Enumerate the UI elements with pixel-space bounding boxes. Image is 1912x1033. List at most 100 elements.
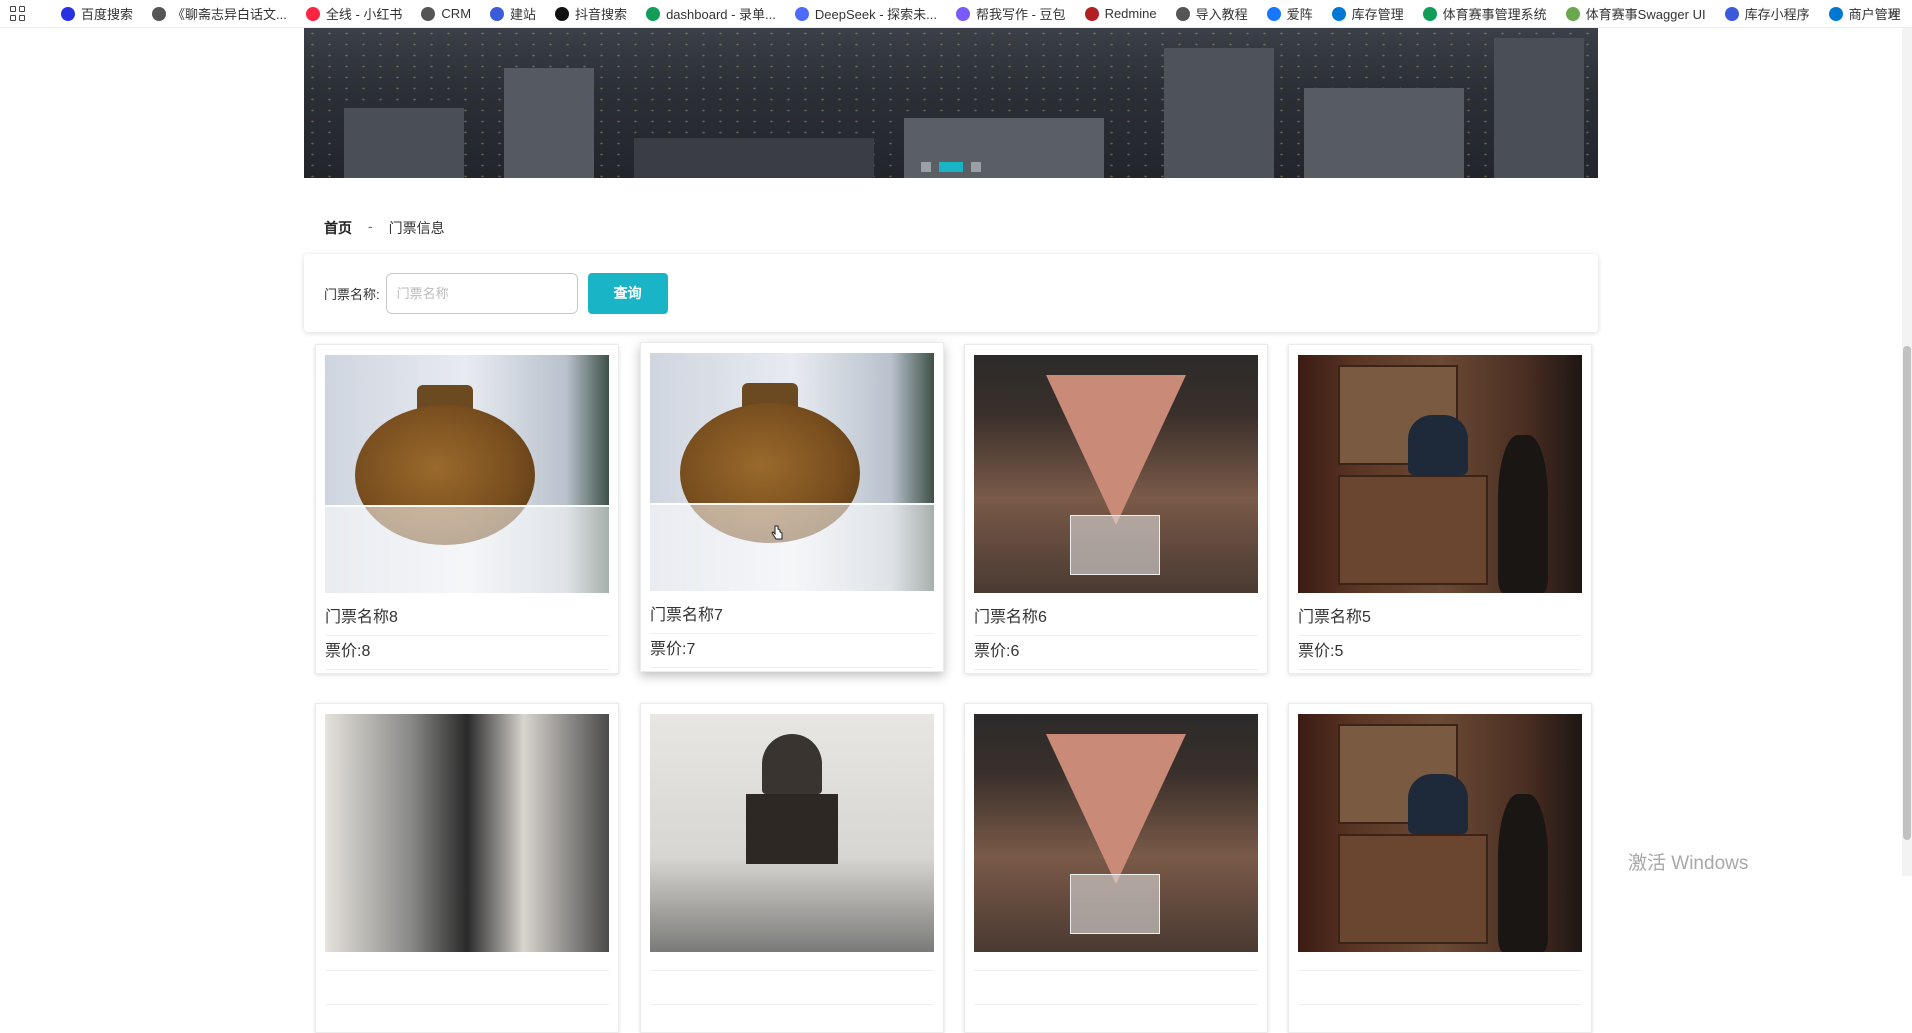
bookmark-favicon-icon <box>555 6 570 21</box>
building-shape <box>634 138 874 178</box>
ticket-price: 票价:6 <box>974 637 1258 670</box>
bookmark-favicon-icon <box>1828 6 1843 21</box>
bookmark-favicon-icon <box>61 6 75 21</box>
bookmark-favicon-icon <box>421 6 436 21</box>
bookmark-label: 全线 - 小红书 <box>325 7 403 22</box>
ticket-image[interactable] <box>650 714 934 952</box>
bookmark-item[interactable]: 《聊斋志异白话文... <box>152 4 287 23</box>
ticket-image[interactable] <box>1298 355 1582 593</box>
bookmark-label: 体育赛事管理系统 <box>1442 7 1547 22</box>
building-shape <box>1494 38 1584 178</box>
ticket-card[interactable]: 门票名称7 票价:7 <box>640 342 944 672</box>
bookmark-favicon-icon <box>646 6 661 21</box>
ticket-price <box>325 996 609 1005</box>
bookmark-favicon-icon <box>956 6 970 21</box>
ticket-price: 票价:7 <box>650 635 934 668</box>
bookmark-item[interactable]: 库存管理 <box>1331 4 1404 23</box>
bookmark-label: dashboard - 录单... <box>666 7 776 22</box>
bookmark-label: 体育赛事Swagger UI <box>1585 7 1706 22</box>
ticket-card[interactable] <box>964 703 1268 1033</box>
bookmark-favicon-icon <box>305 6 320 21</box>
search-button[interactable]: 查询 <box>587 272 668 314</box>
ticket-price <box>1298 996 1582 1005</box>
bookmark-favicon-icon <box>794 6 809 21</box>
windows-activation-watermark: 激活 Windows <box>1628 853 1749 874</box>
ticket-name[interactable] <box>325 962 609 971</box>
bookmark-favicon-icon <box>1175 6 1190 21</box>
bookmark-item[interactable]: 体育赛事管理系统 <box>1422 4 1547 23</box>
breadcrumb-separator: - <box>368 218 373 234</box>
ticket-price: 票价:8 <box>325 637 609 670</box>
hand-cursor-icon <box>771 525 783 540</box>
ticket-image[interactable] <box>325 355 609 593</box>
ticket-name[interactable] <box>1298 962 1582 971</box>
ticket-price <box>974 996 1258 1005</box>
carousel-dot[interactable] <box>939 162 963 172</box>
bookmark-item[interactable]: Redmine <box>1084 6 1157 21</box>
bookmarks-bar: 百度搜索 《聊斋志异白话文... 全线 - 小红书 CRM 建站 抖音搜索 dashboar… <box>0 0 1912 28</box>
carousel-dot[interactable] <box>971 162 981 172</box>
scrollbar-thumb[interactable] <box>1903 346 1911 840</box>
bookmark-favicon-icon <box>1084 6 1099 21</box>
bookmark-item[interactable]: 体育赛事Swagger UI <box>1565 4 1706 23</box>
ticket-name[interactable]: 门票名称7 <box>650 601 934 634</box>
ticket-name-input[interactable] <box>385 272 578 314</box>
ticket-name[interactable]: 门票名称5 <box>1298 603 1582 636</box>
search-panel: 门票名称: 查询 <box>304 254 1598 332</box>
bookmark-label: 爱阵 <box>1286 7 1313 22</box>
bookmark-favicon-icon <box>1422 6 1437 21</box>
ticket-card[interactable] <box>315 703 619 1033</box>
ticket-name[interactable]: 门票名称8 <box>325 603 609 636</box>
breadcrumb-current: 门票信息 <box>388 220 445 236</box>
ticket-image[interactable] <box>650 353 934 591</box>
ticket-name[interactable] <box>974 962 1258 971</box>
bookmark-item[interactable]: 抖音搜索 <box>555 4 627 23</box>
carousel-dot[interactable] <box>921 162 931 172</box>
ticket-image[interactable] <box>1298 714 1582 952</box>
ticket-price: 票价:5 <box>1298 637 1582 670</box>
breadcrumb: 首页 - 门票信息 <box>324 218 445 238</box>
bookmark-label: 百度搜索 <box>81 7 134 22</box>
building-shape <box>1164 48 1274 178</box>
bookmark-label: 《聊斋志异白话文... <box>172 7 287 22</box>
ticket-image[interactable] <box>325 714 609 952</box>
ticket-name[interactable]: 门票名称6 <box>974 603 1258 636</box>
bookmark-label: DeepSeek - 探索未... <box>814 7 937 22</box>
bookmark-item[interactable]: 全线 - 小红书 <box>305 4 403 23</box>
bookmark-label: 建站 <box>510 7 537 22</box>
carousel-indicators <box>304 162 1598 172</box>
bookmark-favicon-icon <box>152 6 167 21</box>
bookmark-item[interactable]: CRM <box>421 6 471 21</box>
bookmark-item[interactable]: 建站 <box>490 4 536 23</box>
bookmark-item[interactable]: 百度搜索 <box>61 4 133 23</box>
ticket-card[interactable]: 门票名称8 票价:8 <box>315 344 619 674</box>
bookmark-favicon-icon <box>1565 6 1580 21</box>
ticket-price <box>650 996 934 1005</box>
bookmark-item[interactable]: 爱阵 <box>1266 4 1313 23</box>
bookmark-label: 帮我写作 - 豆包 <box>976 7 1066 22</box>
bookmark-item[interactable]: dashboard - 录单... <box>646 4 776 23</box>
ticket-card[interactable] <box>1288 703 1592 1033</box>
ticket-card[interactable]: 门票名称5 票价:5 <box>1288 344 1592 674</box>
bookmark-item[interactable]: 库存小程序 <box>1724 4 1810 23</box>
bookmark-item[interactable]: 导入教程 <box>1175 4 1248 23</box>
banner-carousel <box>304 28 1598 178</box>
ticket-name[interactable] <box>650 962 934 971</box>
bookmark-label: CRM <box>441 6 472 21</box>
page-scrollbar[interactable] <box>1902 28 1912 876</box>
ticket-card[interactable] <box>640 703 944 1033</box>
bookmark-label: 导入教程 <box>1195 7 1248 22</box>
ticket-image[interactable] <box>974 714 1258 952</box>
bookmark-item[interactable]: DeepSeek - 探索未... <box>794 4 937 23</box>
ticket-name-label: 门票名称: <box>324 286 380 302</box>
ticket-image[interactable] <box>974 355 1258 593</box>
more-bookmarks-icon[interactable]: » <box>1889 5 1898 23</box>
apps-grid-icon[interactable] <box>10 5 25 22</box>
bookmark-favicon-icon <box>1724 6 1739 21</box>
bookmark-favicon-icon <box>490 6 505 21</box>
bookmark-label: Redmine <box>1104 6 1157 21</box>
breadcrumb-home[interactable]: 首页 <box>324 218 352 238</box>
ticket-card[interactable]: 门票名称6 票价:6 <box>964 344 1268 674</box>
bookmark-label: 抖音搜索 <box>575 7 628 22</box>
bookmark-item[interactable]: 帮我写作 - 豆包 <box>956 4 1066 23</box>
